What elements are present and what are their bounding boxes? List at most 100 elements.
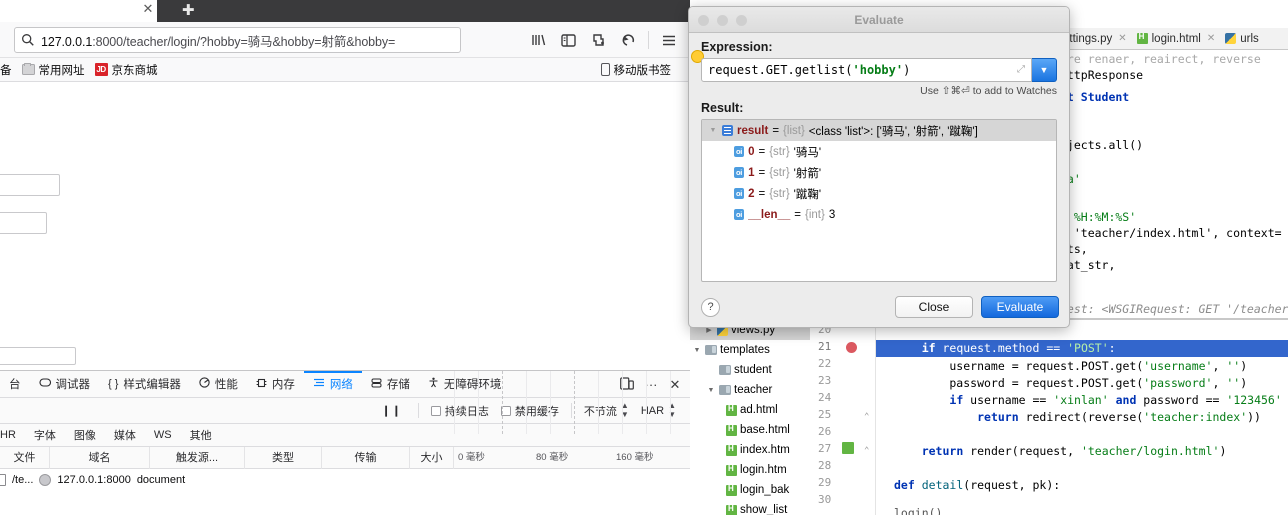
expand-icon[interactable]: ⤢ [1017, 64, 1025, 75]
form-input-3[interactable] [0, 347, 76, 365]
tree-item-base-html[interactable]: base.html [690, 420, 810, 440]
editor-code-lower[interactable]: if request.method == 'POST': username = … [876, 320, 1288, 515]
checkbox-label: 禁用缓存 [514, 405, 559, 418]
bookmark-item-partial[interactable]: 备 [0, 60, 17, 80]
bookmark-item-jd[interactable]: JD 京东商城 [90, 60, 163, 80]
form-input-1[interactable] [0, 174, 60, 196]
fold-icon[interactable]: ⌃ [864, 412, 869, 422]
container-tabs-icon[interactable] [585, 27, 612, 53]
editor-tab-login-html[interactable]: login.html ✕ [1132, 28, 1221, 50]
dialog-title-bar[interactable]: Evaluate [689, 7, 1069, 33]
result-tree[interactable]: ▼ result = {list} <class 'list'>: ['骑马',… [701, 119, 1057, 282]
close-window-icon[interactable] [698, 15, 709, 26]
tree-item-login-bak[interactable]: login_bak [690, 480, 810, 500]
editor-tab-urls[interactable]: urls [1220, 28, 1264, 50]
help-button[interactable]: ? [701, 297, 720, 317]
result-row-len[interactable]: oi __len__ = {int} 3 [702, 204, 1056, 225]
line-number: 27 [818, 442, 832, 455]
evaluate-button[interactable]: Evaluate [981, 296, 1059, 318]
filter-ws[interactable]: WS [145, 429, 181, 441]
close-button[interactable]: Close [895, 296, 973, 318]
result-row-1[interactable]: oi 1 = {str} '射箭' [702, 162, 1056, 183]
result-value: '骑马' [793, 146, 822, 159]
tab-debugger[interactable]: 调试器 [30, 371, 100, 398]
devtools-tab-bar: 台 调试器 { } 样式编辑器 性能 内存 网络 存储 无障碍环境 ··· ✕ [0, 371, 690, 398]
tree-item-teacher[interactable]: ▼ teacher [690, 380, 810, 400]
tree-item-student[interactable]: student [690, 360, 810, 380]
timeline-tick-2: 160 毫秒 [616, 451, 654, 463]
chevron-down-icon[interactable]: ▼ [708, 127, 718, 134]
chevron-down-icon[interactable]: ▼ [706, 387, 716, 394]
minimize-window-icon[interactable] [717, 15, 728, 26]
column-type[interactable]: 类型 [245, 446, 322, 469]
column-file[interactable]: 文件 [0, 446, 50, 469]
tab-console[interactable]: 台 [0, 371, 30, 398]
column-transferred[interactable]: 传输 [322, 446, 410, 469]
network-request-row[interactable]: /te... 127.0.0.1:8000 document [0, 469, 690, 491]
chevron-down-icon[interactable]: ▼ [692, 347, 702, 354]
more-options-icon[interactable]: ··· [642, 377, 660, 392]
filter-other[interactable]: 其他 [181, 427, 221, 443]
result-value: '蹴鞠' [793, 188, 822, 201]
responsive-design-icon[interactable] [618, 376, 636, 393]
pause-button[interactable]: ❙❙ [371, 404, 411, 417]
toolbar-divider [648, 31, 649, 49]
tree-item-show-list[interactable]: show_list [690, 500, 810, 515]
result-type: {str} [769, 187, 790, 200]
editor-tab-label: ettings.py [1063, 32, 1113, 45]
new-tab-button[interactable]: ✚ [157, 0, 690, 22]
result-row-0[interactable]: oi 0 = {str} '骑马' [702, 141, 1056, 162]
timeline-tick-0: 0 毫秒 [458, 451, 485, 463]
persist-logs-checkbox[interactable]: 持续日志 [425, 403, 495, 419]
hamburger-menu-icon[interactable] [655, 27, 682, 53]
filter-image[interactable]: 图像 [65, 427, 105, 443]
throttling-select[interactable]: 不节流 ▲ ▼ [578, 402, 635, 419]
filter-media[interactable]: 媒体 [105, 427, 145, 443]
tab-accessibility[interactable]: 无障碍环境 [419, 371, 511, 398]
bookmark-item-folder[interactable]: 常用网址 [17, 60, 90, 80]
code-line-2: rt Student [1060, 90, 1130, 104]
result-row-2[interactable]: oi 2 = {str} '蹴鞠' [702, 183, 1056, 204]
filter-font[interactable]: 字体 [25, 427, 65, 443]
tree-item-login-html[interactable]: login.htm [690, 460, 810, 480]
bookmark-item-mobile[interactable]: 移动版书签 [596, 60, 677, 80]
fold-icon[interactable]: ⌃ [864, 446, 869, 456]
close-devtools-icon[interactable]: ✕ [666, 377, 684, 393]
python-file-icon [1225, 33, 1237, 44]
library-icon[interactable] [525, 27, 552, 53]
tab-network[interactable]: 网络 [304, 371, 362, 398]
request-domain: 127.0.0.1:8000 [57, 474, 131, 486]
breakpoint-icon[interactable] [846, 342, 857, 353]
tab-memory[interactable]: 内存 [247, 371, 304, 398]
column-size[interactable]: 大小 [410, 446, 454, 469]
expression-input[interactable]: request.GET.getlist('hobby') ⤢ [701, 58, 1032, 82]
har-label: HAR [640, 404, 665, 417]
maximize-window-icon[interactable] [736, 15, 747, 26]
disable-cache-checkbox[interactable]: 禁用缓存 [495, 403, 565, 419]
expression-history-dropdown[interactable]: ▼ [1032, 58, 1057, 82]
sync-icon[interactable] [615, 27, 642, 53]
tree-item-templates[interactable]: ▼ templates [690, 340, 810, 360]
tree-item-index-html[interactable]: index.htm [690, 440, 810, 460]
tab-performance[interactable]: 性能 [190, 371, 247, 398]
har-select[interactable]: HAR ▲ ▼ [635, 402, 682, 419]
editor-gutter[interactable]: 20 21 22 23 24 25 26 27 28 29 30 ⌃ ⌃ [810, 320, 876, 515]
form-input-2[interactable] [0, 212, 47, 234]
address-bar[interactable]: 127.0.0.1:8000/teacher/login/?hobby=骑马&h… [14, 27, 461, 53]
result-row-result[interactable]: ▼ result = {list} <class 'list'>: ['骑马',… [702, 120, 1056, 141]
bookmark-label: 京东商城 [111, 64, 158, 77]
tree-item-ad-html[interactable]: ad.html [690, 400, 810, 420]
filter-xhr[interactable]: HR [0, 429, 25, 441]
tab-style-editor[interactable]: { } 样式编辑器 [99, 371, 190, 398]
close-icon[interactable]: ✕ [1207, 33, 1215, 44]
tab-storage[interactable]: 存储 [362, 371, 419, 398]
page-content [0, 82, 690, 370]
sidebar-icon[interactable] [555, 27, 582, 53]
object-icon: oi [734, 146, 745, 157]
code-line-0: are renaer, reairect, reverse [1060, 52, 1261, 66]
network-toolbar: ❙❙ 持续日志 禁用缓存 不节流 ▲ ▼ HAR ▲ ▼ [0, 398, 690, 424]
column-initiator[interactable]: 触发源... [150, 446, 245, 469]
close-tab-icon[interactable]: ✕ [140, 1, 156, 17]
close-icon[interactable]: ✕ [1118, 33, 1126, 44]
column-domain[interactable]: 域名 [50, 446, 150, 469]
